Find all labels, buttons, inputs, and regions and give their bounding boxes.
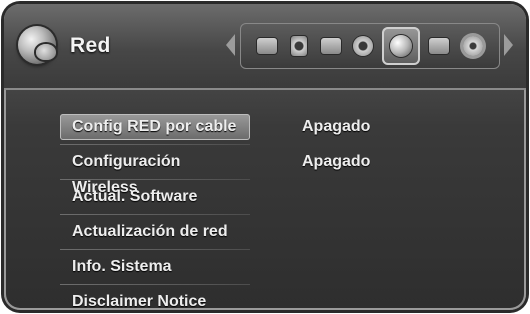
network-globe-tab-icon[interactable] xyxy=(382,27,420,65)
menu-item-value: Apagado xyxy=(302,153,371,170)
menu-item-label: Actualización de red xyxy=(72,223,228,240)
menu-item-label: Actual. Software xyxy=(72,188,198,205)
category-icon-bar xyxy=(240,23,500,69)
folder-icon[interactable] xyxy=(426,33,452,59)
scroll-left-arrow-icon[interactable] xyxy=(226,34,235,56)
tv-icon[interactable] xyxy=(318,33,344,59)
menu-item-software-update[interactable]: Actual. Software xyxy=(60,180,500,214)
scroll-right-arrow-icon[interactable] xyxy=(504,34,513,56)
menu-item-label: Info. Sistema xyxy=(72,258,172,275)
network-menu: Config RED por cable Apagado Configuraci… xyxy=(60,110,500,310)
menu-item-wireless[interactable]: Configuración Wireless Apagado xyxy=(60,145,500,196)
menu-item-network-update[interactable]: Actualización de red xyxy=(60,215,500,249)
menu-item-system-info[interactable]: Info. Sistema xyxy=(60,250,500,284)
menu-item-wired-network[interactable]: Config RED por cable Apagado xyxy=(60,110,500,144)
speaker-icon[interactable] xyxy=(286,33,312,59)
movie-icon[interactable] xyxy=(254,33,280,59)
header-bar: Red xyxy=(4,4,526,90)
page-title: Red xyxy=(70,34,111,57)
menu-item-value: Apagado xyxy=(302,118,371,135)
menu-item-disclaimer[interactable]: Disclaimer Notice xyxy=(60,285,500,310)
menu-item-label: Configuración Wireless xyxy=(72,153,181,196)
menu-item-label: Disclaimer Notice xyxy=(72,293,207,310)
settings-window: Red Config RED por cable Apagado Configu… xyxy=(4,4,526,310)
network-globe-icon xyxy=(18,26,56,64)
menu-item-label: Config RED por cable xyxy=(60,114,250,140)
gear-icon[interactable] xyxy=(460,33,486,59)
settings-gears-icon[interactable] xyxy=(350,33,376,59)
